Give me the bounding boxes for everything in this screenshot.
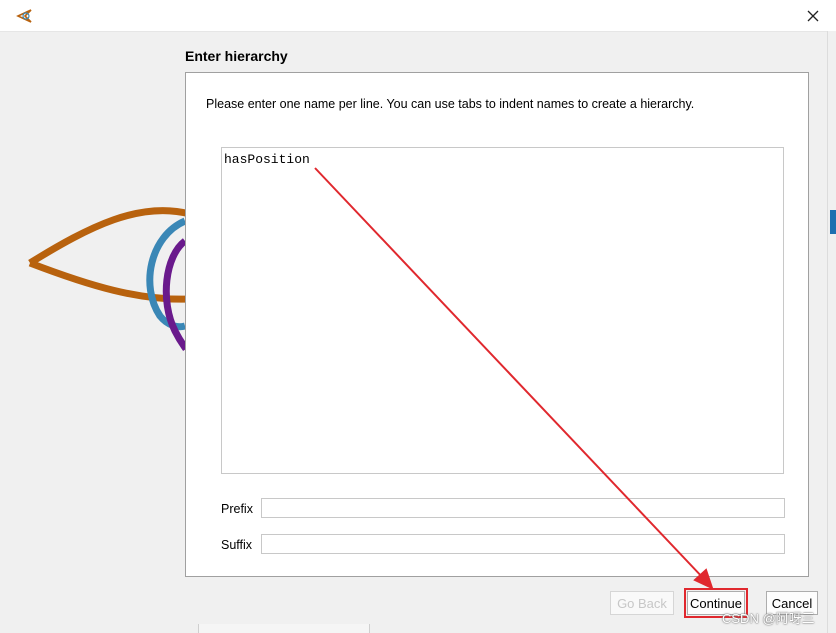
close-button[interactable] bbox=[790, 0, 836, 31]
hierarchy-panel: Please enter one name per line. You can … bbox=[185, 72, 809, 577]
suffix-label: Suffix bbox=[221, 538, 253, 552]
background-window-edge bbox=[827, 31, 836, 633]
title-bar bbox=[0, 0, 836, 32]
background-panel-edge bbox=[198, 624, 370, 633]
close-icon bbox=[807, 10, 819, 21]
background-accent bbox=[830, 210, 836, 234]
suffix-input[interactable] bbox=[261, 534, 785, 554]
instructions-text: Please enter one name per line. You can … bbox=[206, 97, 695, 111]
names-textarea[interactable]: hasPosition bbox=[221, 147, 784, 474]
app-logo-icon bbox=[16, 9, 32, 23]
watermark-text: CSDN @阿呀三 bbox=[722, 611, 815, 626]
page-title: Enter hierarchy bbox=[185, 48, 288, 64]
go-back-button[interactable]: Go Back bbox=[610, 591, 674, 615]
prefix-input[interactable] bbox=[261, 498, 785, 518]
prefix-label: Prefix bbox=[221, 502, 253, 516]
